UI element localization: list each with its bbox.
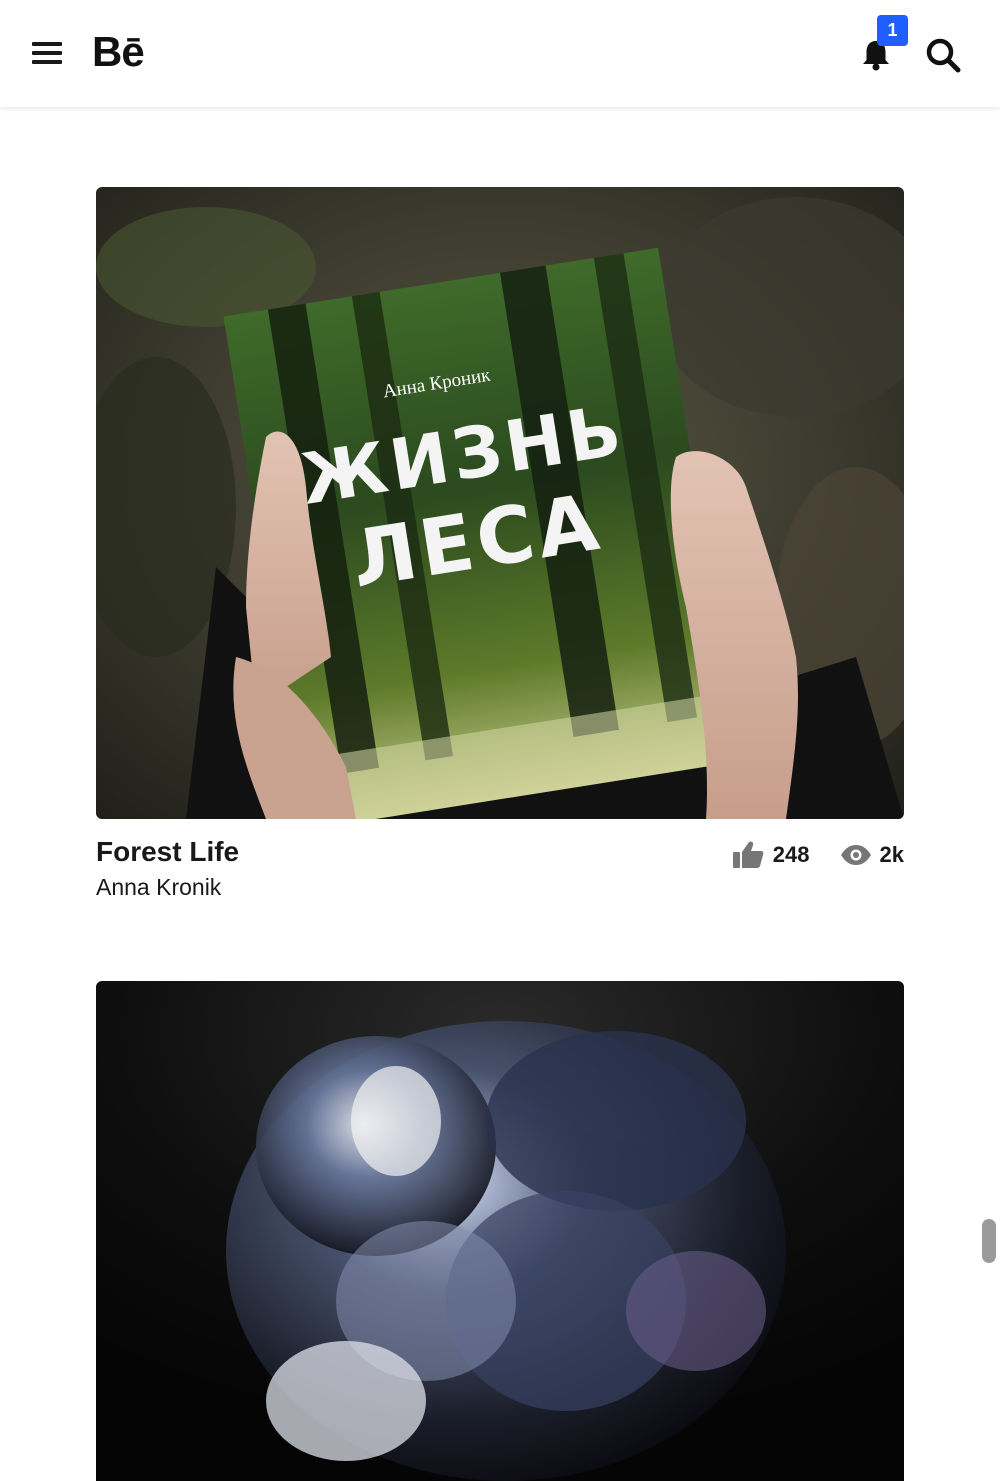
notification-count-badge: 1 xyxy=(877,15,908,46)
appreciations-stat: 248 xyxy=(731,840,810,870)
top-navigation-bar: Bē 1 xyxy=(0,0,1000,107)
views-count: 2k xyxy=(879,842,904,867)
project-owner[interactable]: Anna Kronik xyxy=(96,874,221,901)
project-cover-image-2[interactable] xyxy=(96,981,904,1481)
appreciations-count: 248 xyxy=(772,842,810,867)
project-stats: 248 2k xyxy=(731,838,904,872)
project-cover-image[interactable]: Анна Кроник ЖИЗНЬ ЛЕСА xyxy=(96,187,904,819)
project-title[interactable]: Forest Life xyxy=(96,836,239,868)
views-stat: 2k xyxy=(840,842,904,868)
behance-logo[interactable]: Bē xyxy=(92,24,145,80)
search-icon[interactable] xyxy=(922,34,964,76)
scrollbar-thumb[interactable] xyxy=(982,1219,996,1263)
menu-icon[interactable] xyxy=(30,38,64,68)
thumbs-up-icon xyxy=(732,841,764,868)
eye-icon xyxy=(840,845,871,865)
